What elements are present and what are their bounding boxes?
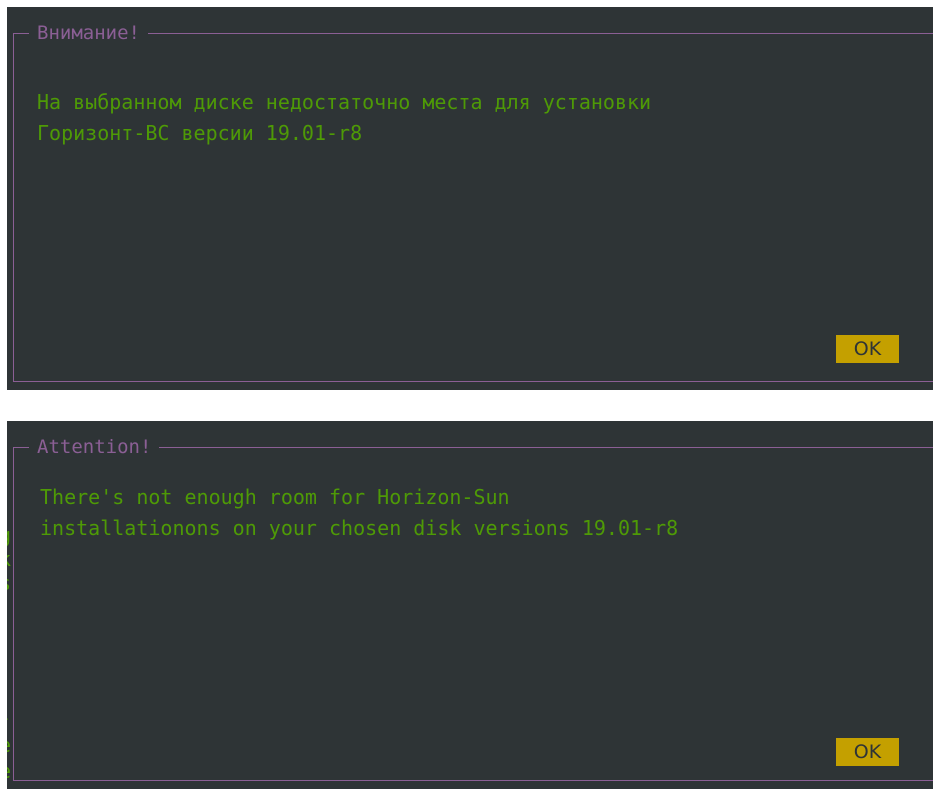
dialog-title: Внимание!: [29, 21, 148, 45]
message-line: На выбранном диске недостаточно места дл…: [37, 90, 652, 114]
dialog-russian: Внимание! На выбранном диске недостаточн…: [7, 7, 933, 390]
ok-button[interactable]: OK: [836, 738, 899, 766]
message-line: Горизонт-ВС версии 19.01-r8: [37, 121, 363, 145]
dialog-frame: [13, 33, 933, 382]
edge-glyph: e: [7, 735, 11, 755]
dialog-english: g k s - e e Attention! There's not enoug…: [7, 421, 933, 789]
edge-glyph: k: [7, 549, 11, 569]
edge-glyph: e: [7, 761, 11, 781]
dialog-frame-top: [13, 33, 933, 34]
message-line: There's not enough room for Horizon-Sun: [40, 485, 510, 509]
edge-glyph: g: [7, 525, 11, 545]
dialog-title: Attention!: [29, 435, 160, 459]
edge-glyph: s: [7, 573, 11, 593]
dialog-message: На выбранном диске недостаточно места дл…: [37, 87, 651, 149]
ok-button[interactable]: OK: [836, 335, 899, 363]
edge-glyph: -: [7, 708, 11, 728]
dialog-message: There's not enough room for Horizon-Sun …: [40, 482, 678, 544]
message-line: installationons on your chosen disk vers…: [40, 516, 679, 540]
